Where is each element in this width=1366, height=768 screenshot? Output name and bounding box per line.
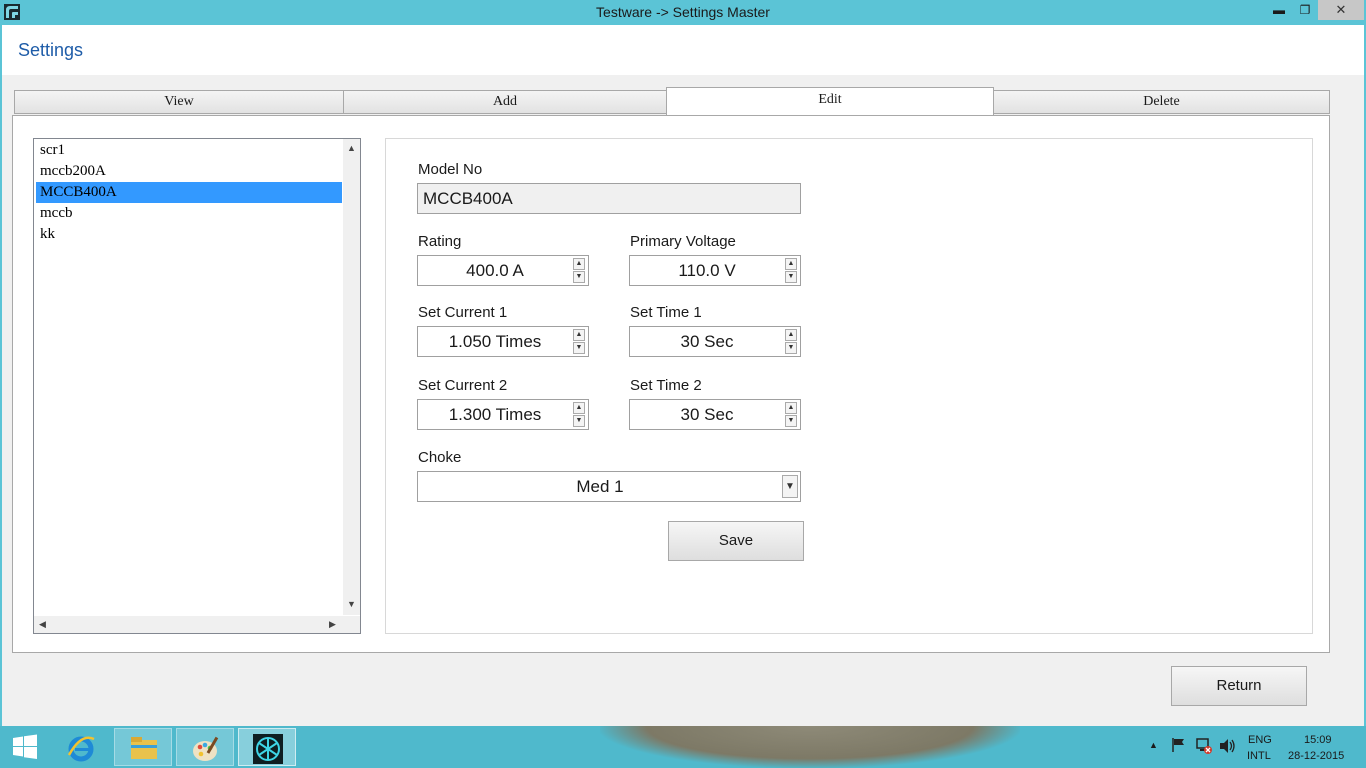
return-button[interactable]: Return: [1171, 666, 1307, 706]
set-time-2-value[interactable]: 30 Sec: [630, 400, 784, 429]
tray-expand-icon[interactable]: ▲: [1149, 740, 1158, 750]
minimize-button[interactable]: ▬: [1266, 0, 1292, 20]
set-current-1-label: Set Current 1: [418, 304, 508, 321]
model-settings-panel: Model No MCCB400A Rating 400.0 A ▲ ▼ Pri…: [385, 138, 1313, 634]
page-title: Settings: [18, 40, 84, 60]
tab-delete[interactable]: Delete: [993, 90, 1330, 114]
spin-down-icon[interactable]: ▼: [573, 342, 585, 354]
windows-start-icon[interactable]: [0, 728, 52, 766]
spin-up-icon[interactable]: ▲: [573, 329, 585, 341]
spin-down-icon[interactable]: ▼: [573, 271, 585, 283]
list-item-selected[interactable]: MCCB400A: [36, 182, 342, 203]
primary-voltage-value[interactable]: 110.0 V: [630, 256, 784, 285]
wallpaper-fragment: [600, 726, 1020, 768]
volume-icon[interactable]: [1219, 738, 1237, 757]
spin-down-icon[interactable]: ▼: [785, 271, 797, 283]
edit-tab-panel: scr1 mccb200A MCCB400A mccb kk ▲ ▼ ◀ ▶ M…: [12, 115, 1330, 653]
spin-up-icon[interactable]: ▲: [785, 329, 797, 341]
list-item[interactable]: mccb: [36, 203, 342, 224]
spin-up-icon[interactable]: ▲: [785, 402, 797, 414]
network-disconnected-icon[interactable]: [1195, 737, 1213, 758]
testware-app-icon[interactable]: [238, 728, 296, 766]
file-explorer-icon[interactable]: [114, 728, 172, 766]
language-bottom[interactable]: INTL: [1247, 750, 1271, 762]
internet-explorer-icon[interactable]: [52, 728, 110, 766]
set-current-1-value[interactable]: 1.050 Times: [418, 327, 572, 356]
spin-up-icon[interactable]: ▲: [573, 402, 585, 414]
vertical-scrollbar[interactable]: ▲ ▼: [343, 139, 360, 615]
close-button[interactable]: ✕: [1318, 0, 1364, 20]
choke-value[interactable]: Med 1: [418, 472, 782, 501]
tab-edit[interactable]: Edit: [666, 87, 994, 115]
set-current-1-stepper[interactable]: 1.050 Times ▲ ▼: [417, 326, 589, 357]
save-button[interactable]: Save: [668, 521, 804, 561]
set-time-2-label: Set Time 2: [630, 377, 702, 394]
primary-voltage-stepper[interactable]: 110.0 V ▲ ▼: [629, 255, 801, 286]
window-client: Settings View Add Edit Delete scr1 mccb2…: [2, 25, 1364, 726]
primary-voltage-label: Primary Voltage: [630, 233, 736, 250]
scroll-right-icon[interactable]: ▶: [324, 619, 341, 630]
choke-label: Choke: [418, 449, 462, 466]
spin-down-icon[interactable]: ▼: [573, 415, 585, 427]
spin-up-icon[interactable]: ▲: [785, 258, 797, 270]
set-time-2-stepper[interactable]: 30 Sec ▲ ▼: [629, 399, 801, 430]
language-top[interactable]: ENG: [1248, 734, 1272, 746]
set-time-1-label: Set Time 1: [630, 304, 702, 321]
model-no-field[interactable]: MCCB400A: [417, 183, 801, 214]
list-item[interactable]: kk: [36, 224, 342, 245]
paint-icon[interactable]: [176, 728, 234, 766]
choke-dropdown[interactable]: Med 1 ▼: [417, 471, 801, 502]
clock-date[interactable]: 28-12-2015: [1288, 750, 1344, 762]
tab-add[interactable]: Add: [343, 90, 667, 114]
rating-stepper[interactable]: 400.0 A ▲ ▼: [417, 255, 589, 286]
window-title: Testware -> Settings Master: [596, 4, 770, 20]
model-listbox[interactable]: scr1 mccb200A MCCB400A mccb kk ▲ ▼ ◀ ▶: [33, 138, 361, 634]
taskbar: ▲ ENG INTL 15:09 28-12-2015: [0, 726, 1366, 768]
set-time-1-value[interactable]: 30 Sec: [630, 327, 784, 356]
maximize-button[interactable]: ❐: [1292, 0, 1318, 20]
set-time-1-stepper[interactable]: 30 Sec ▲ ▼: [629, 326, 801, 357]
chevron-down-icon[interactable]: ▼: [782, 475, 798, 498]
scroll-down-icon[interactable]: ▼: [343, 599, 360, 609]
clock-time[interactable]: 15:09: [1304, 734, 1332, 746]
spin-down-icon[interactable]: ▼: [785, 415, 797, 427]
scroll-left-icon[interactable]: ◀: [34, 619, 51, 630]
rating-value[interactable]: 400.0 A: [418, 256, 572, 285]
spin-down-icon[interactable]: ▼: [785, 342, 797, 354]
list-item[interactable]: mccb200A: [36, 161, 342, 182]
model-no-label: Model No: [418, 161, 483, 178]
set-current-2-value[interactable]: 1.300 Times: [418, 400, 572, 429]
rating-label: Rating: [418, 233, 462, 250]
horizontal-scrollbar[interactable]: ◀ ▶: [34, 616, 360, 633]
set-current-2-stepper[interactable]: 1.300 Times ▲ ▼: [417, 399, 589, 430]
header-band: Settings: [2, 25, 1364, 75]
scroll-up-icon[interactable]: ▲: [343, 143, 360, 153]
action-center-flag-icon[interactable]: [1171, 737, 1187, 756]
title-bar: Testware -> Settings Master ▬ ❐ ✕: [0, 0, 1366, 25]
list-item[interactable]: scr1: [36, 140, 342, 161]
tab-view[interactable]: View: [14, 90, 344, 114]
set-current-2-label: Set Current 2: [418, 377, 508, 394]
spin-up-icon[interactable]: ▲: [573, 258, 585, 270]
